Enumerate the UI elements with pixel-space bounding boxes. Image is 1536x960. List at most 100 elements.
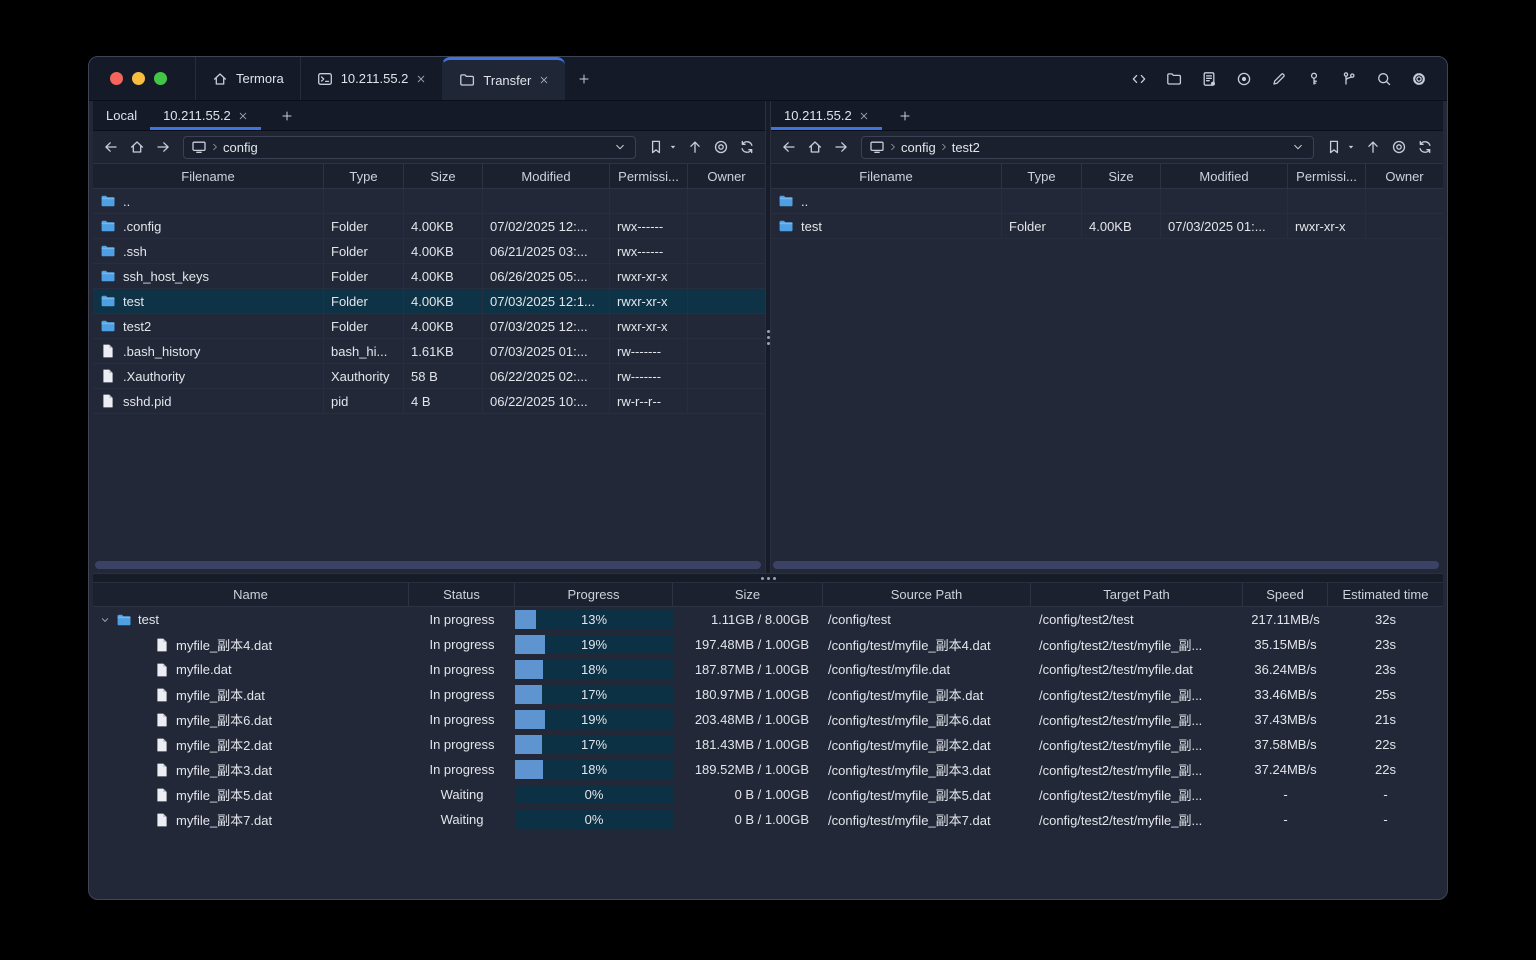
transfer-row[interactable]: myfile_副本6.dat In progress 19% 203.48MB … [93, 707, 1443, 732]
file-size: 4.00KB [404, 239, 483, 263]
refresh-button[interactable] [1415, 137, 1435, 157]
column-header-owner[interactable]: Owner [1366, 164, 1443, 188]
home-button[interactable] [805, 137, 825, 157]
expand-chevron-icon[interactable] [100, 615, 110, 625]
file-row[interactable]: ssh_host_keys Folder 4.00KB 06/26/2025 0… [93, 264, 765, 289]
back-button[interactable] [779, 137, 799, 157]
search-button[interactable] [1373, 68, 1395, 90]
column-header-name[interactable]: Name [93, 583, 409, 606]
column-header-modified[interactable]: Modified [483, 164, 610, 188]
transfer-row[interactable]: myfile_副本7.dat Waiting 0% 0 B / 1.00GB /… [93, 807, 1443, 832]
file-row[interactable]: test2 Folder 4.00KB 07/03/2025 12:... rw… [93, 314, 765, 339]
path-bar[interactable]: config test2 [861, 135, 1314, 159]
file-row[interactable]: .. [771, 189, 1443, 214]
chevron-right-icon [888, 142, 898, 152]
transfer-row[interactable]: test In progress 13% 1.11GB / 8.00GB /co… [93, 607, 1443, 632]
transfer-row[interactable]: myfile_副本4.dat In progress 19% 197.48MB … [93, 632, 1443, 657]
back-button[interactable] [101, 137, 121, 157]
close-tab-icon[interactable] [859, 111, 869, 121]
column-header-owner[interactable]: Owner [688, 164, 765, 188]
column-header-source-path[interactable]: Source Path [823, 583, 1031, 606]
breadcrumb-segment[interactable]: config [210, 140, 258, 155]
transfer-row[interactable]: myfile_副本.dat In progress 17% 180.97MB /… [93, 682, 1443, 707]
upload-button[interactable] [1363, 137, 1383, 157]
file-row[interactable]: .Xauthority Xauthority 58 B 06/22/2025 0… [93, 364, 765, 389]
column-header-size[interactable]: Size [673, 583, 823, 606]
transfer-name: myfile_副本6.dat [176, 713, 273, 728]
file-row[interactable]: .. [93, 189, 765, 214]
breadcrumb-segment[interactable]: config [888, 140, 936, 155]
new-pane-tab-button[interactable] [889, 101, 921, 131]
path-dropdown-button[interactable] [612, 139, 628, 155]
column-header-filename[interactable]: Filename [93, 164, 324, 188]
file-row[interactable]: test Folder 4.00KB 07/03/2025 12:1... rw… [93, 289, 765, 314]
folder-button[interactable] [1163, 68, 1185, 90]
transfer-row[interactable]: myfile_副本2.dat In progress 17% 181.43MB … [93, 732, 1443, 757]
column-header-type[interactable]: Type [324, 164, 404, 188]
breadcrumb-segment[interactable]: test2 [939, 140, 980, 155]
path-dropdown-button[interactable] [1290, 139, 1306, 155]
forward-button[interactable] [153, 137, 173, 157]
log-button[interactable] [1198, 68, 1220, 90]
column-header-speed[interactable]: Speed [1243, 583, 1328, 606]
settings-button[interactable] [1408, 68, 1430, 90]
column-header-progress[interactable]: Progress [515, 583, 673, 606]
window-tab[interactable]: Transfer [442, 57, 566, 100]
file-row[interactable]: test Folder 4.00KB 07/03/2025 01:... rwx… [771, 214, 1443, 239]
file-row[interactable]: sshd.pid pid 4 B 06/22/2025 10:... rw-r-… [93, 389, 765, 414]
window-tab[interactable]: 10.211.55.2 [299, 57, 443, 100]
bookmark-dropdown-button[interactable] [667, 137, 679, 157]
column-header-status[interactable]: Status [409, 583, 515, 606]
pane-tab[interactable]: 10.211.55.2 [771, 101, 882, 130]
column-header-target-path[interactable]: Target Path [1031, 583, 1243, 606]
new-pane-tab-button[interactable] [271, 101, 303, 131]
pane-tab[interactable]: Local [93, 101, 150, 130]
new-window-tab-button[interactable] [565, 57, 603, 100]
bookmark-button[interactable] [1324, 137, 1344, 157]
column-header-modified[interactable]: Modified [1161, 164, 1288, 188]
forward-button[interactable] [831, 137, 851, 157]
column-header-size[interactable]: Size [1082, 164, 1161, 188]
zoom-window-button[interactable] [154, 72, 167, 85]
column-header-estimated-time[interactable]: Estimated time [1328, 583, 1443, 606]
upload-button[interactable] [685, 137, 705, 157]
show-hidden-files-button[interactable] [711, 137, 731, 157]
keychain-button[interactable] [1338, 68, 1360, 90]
record-button[interactable] [1233, 68, 1255, 90]
window-tab[interactable]: Termora [195, 57, 300, 100]
show-hidden-files-button[interactable] [1389, 137, 1409, 157]
pane-tab[interactable]: 10.211.55.2 [150, 101, 261, 130]
close-tab-icon[interactable] [539, 75, 549, 85]
transfer-name: test [138, 612, 159, 627]
left-pane-newtab-wrap [271, 101, 765, 131]
horizontal-scrollbar[interactable] [773, 561, 1439, 569]
edit-button[interactable] [1268, 68, 1290, 90]
close-window-button[interactable] [110, 72, 123, 85]
bookmark-button[interactable] [646, 137, 666, 157]
minimize-window-button[interactable] [132, 72, 145, 85]
close-tab-icon[interactable] [416, 74, 426, 84]
refresh-button[interactable] [737, 137, 757, 157]
horizontal-scrollbar[interactable] [95, 561, 761, 569]
transfer-splitter[interactable] [93, 573, 1443, 583]
column-header-filename[interactable]: Filename [771, 164, 1002, 188]
file-row[interactable]: .bash_history bash_hi... 1.61KB 07/03/20… [93, 339, 765, 364]
path-bar[interactable]: config [183, 135, 636, 159]
bookmark-group [646, 137, 679, 157]
file-row[interactable]: .config Folder 4.00KB 07/02/2025 12:... … [93, 214, 765, 239]
left-file-pane: Local 10.211.55.2 config Filename Type S… [93, 101, 765, 573]
code-button[interactable] [1128, 68, 1150, 90]
transfer-row[interactable]: myfile_副本3.dat In progress 18% 189.52MB … [93, 757, 1443, 782]
home-button[interactable] [127, 137, 147, 157]
column-header-type[interactable]: Type [1002, 164, 1082, 188]
folder-fill-icon [100, 193, 116, 209]
key-button[interactable] [1303, 68, 1325, 90]
transfer-row[interactable]: myfile.dat In progress 18% 187.87MB / 1.… [93, 657, 1443, 682]
column-header-size[interactable]: Size [404, 164, 483, 188]
bookmark-dropdown-button[interactable] [1345, 137, 1357, 157]
close-tab-icon[interactable] [238, 111, 248, 121]
column-header-permissions[interactable]: Permissi... [1288, 164, 1366, 188]
transfer-row[interactable]: myfile_副本5.dat Waiting 0% 0 B / 1.00GB /… [93, 782, 1443, 807]
file-row[interactable]: .ssh Folder 4.00KB 06/21/2025 03:... rwx… [93, 239, 765, 264]
column-header-permissions[interactable]: Permissi... [610, 164, 688, 188]
